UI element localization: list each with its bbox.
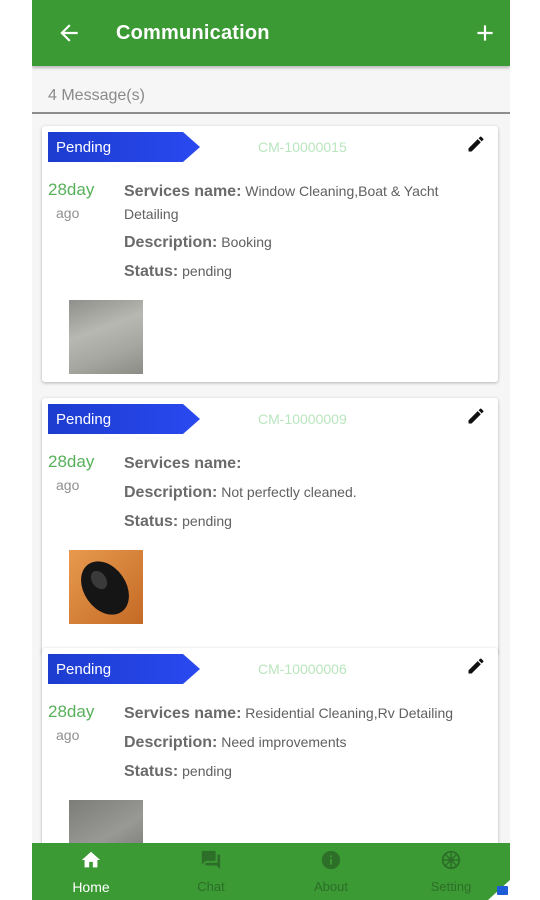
age-unit: ago xyxy=(56,477,80,493)
status-badge: Pending xyxy=(48,654,200,684)
nav-label: About xyxy=(314,879,348,894)
message-details: Services name: Window Cleaning,Boat & Ya… xyxy=(124,180,474,289)
services-label: Services name: xyxy=(124,455,242,472)
status-row: Status: pending xyxy=(124,760,474,783)
description-row: Description: Need improvements xyxy=(124,731,474,754)
status-badge-label: Pending xyxy=(56,139,112,156)
description-value: Need improvements xyxy=(221,734,347,750)
folder-icon xyxy=(497,886,508,895)
message-count-bar: 4 Message(s) xyxy=(32,80,510,114)
message-code: CM-10000015 xyxy=(258,139,347,155)
status-value: pending xyxy=(182,263,232,279)
age-unit: ago xyxy=(56,727,80,743)
computer-mouse-photo[interactable] xyxy=(69,550,143,624)
status-value: pending xyxy=(182,513,232,529)
services-row: Services name: Residential Cleaning,Rv D… xyxy=(124,702,474,725)
edit-icon[interactable] xyxy=(466,656,486,676)
services-row: Services name: Window Cleaning,Boat & Ya… xyxy=(124,180,474,225)
chat-icon xyxy=(201,850,221,870)
page-title: Communication xyxy=(116,22,270,44)
status-label: Status: xyxy=(124,263,179,280)
grey-surface-photo[interactable] xyxy=(69,300,143,374)
nav-setting[interactable]: Setting xyxy=(401,843,501,900)
message-details: Services name: Residential Cleaning,Rv D… xyxy=(124,702,474,789)
settings-icon xyxy=(441,850,461,870)
services-label: Services name: xyxy=(124,183,242,200)
status-row: Status: pending xyxy=(124,510,474,533)
app-screen: Communication 4 Message(s) Pending CM-10… xyxy=(32,0,510,900)
message-card[interactable]: Pending CM-10000015 28day ago Services n… xyxy=(42,126,498,382)
age-number: 28day xyxy=(48,452,95,471)
description-row: Description: Booking xyxy=(124,231,474,254)
description-label: Description: xyxy=(124,734,218,751)
services-row: Services name: xyxy=(124,452,474,475)
status-label: Status: xyxy=(124,513,179,530)
app-bar: Communication xyxy=(32,0,510,66)
description-value: Booking xyxy=(221,234,272,250)
message-count: 4 Message(s) xyxy=(48,87,145,104)
description-label: Description: xyxy=(124,234,218,251)
status-badge: Pending xyxy=(48,404,200,434)
home-icon xyxy=(81,851,101,868)
bottom-navigation: Home Chat About Setting xyxy=(32,843,510,900)
description-value: Not perfectly cleaned. xyxy=(221,484,357,500)
age-unit: ago xyxy=(56,205,80,221)
status-label: Status: xyxy=(124,763,179,780)
message-code: CM-10000009 xyxy=(258,411,347,427)
message-card[interactable]: Pending CM-10000009 28day ago Services n… xyxy=(42,398,498,654)
arrow-left-icon[interactable] xyxy=(56,20,82,46)
status-value: pending xyxy=(182,763,232,779)
nav-home[interactable]: Home xyxy=(41,843,141,900)
edit-icon[interactable] xyxy=(466,134,486,154)
plus-icon[interactable] xyxy=(472,20,498,46)
message-details: Services name: Description: Not perfectl… xyxy=(124,452,474,539)
status-badge: Pending xyxy=(48,132,200,162)
nav-chat[interactable]: Chat xyxy=(161,843,261,900)
message-code: CM-10000006 xyxy=(258,661,347,677)
info-icon xyxy=(321,850,341,870)
services-label: Services name: xyxy=(124,705,242,722)
age-number: 28day xyxy=(48,180,95,199)
nav-label: Chat xyxy=(197,879,225,894)
status-badge-label: Pending xyxy=(56,411,112,428)
nav-label: Home xyxy=(72,879,110,895)
description-label: Description: xyxy=(124,484,218,501)
description-row: Description: Not perfectly cleaned. xyxy=(124,481,474,504)
nav-about[interactable]: About xyxy=(281,843,381,900)
edit-icon[interactable] xyxy=(466,406,486,426)
status-badge-label: Pending xyxy=(56,661,112,678)
services-value: Residential Cleaning,Rv Detailing xyxy=(245,705,454,721)
status-row: Status: pending xyxy=(124,260,474,283)
nav-label: Setting xyxy=(430,879,472,894)
age-number: 28day xyxy=(48,702,95,721)
